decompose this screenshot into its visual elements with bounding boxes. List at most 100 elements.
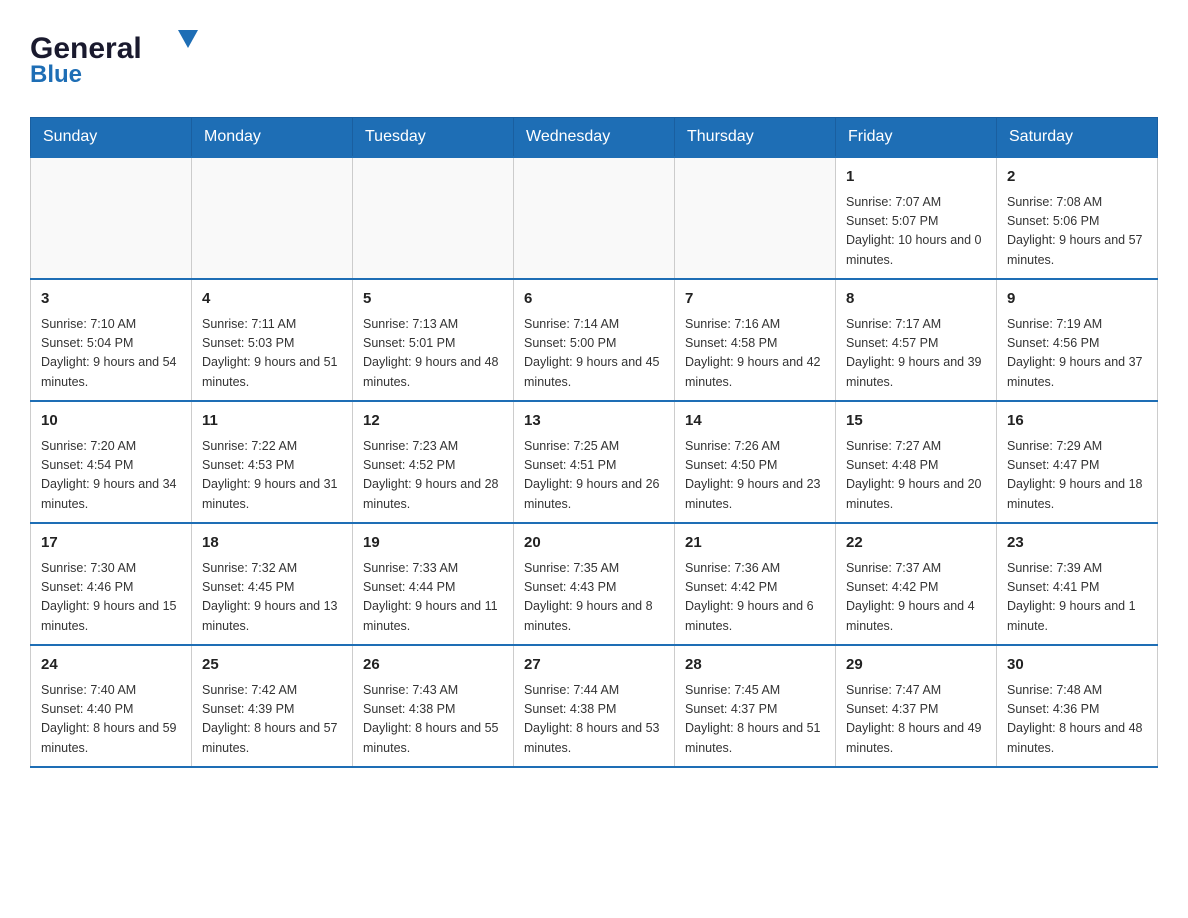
day-info: Sunrise: 7:29 AMSunset: 4:47 PMDaylight:… bbox=[1007, 437, 1147, 515]
day-number: 3 bbox=[41, 288, 181, 311]
day-info: Sunrise: 7:17 AMSunset: 4:57 PMDaylight:… bbox=[846, 315, 986, 393]
day-number: 26 bbox=[363, 654, 503, 677]
day-number: 27 bbox=[524, 654, 664, 677]
day-info: Sunrise: 7:45 AMSunset: 4:37 PMDaylight:… bbox=[685, 681, 825, 759]
day-number: 22 bbox=[846, 532, 986, 555]
day-number: 5 bbox=[363, 288, 503, 311]
day-info: Sunrise: 7:48 AMSunset: 4:36 PMDaylight:… bbox=[1007, 681, 1147, 759]
svg-text:Blue: Blue bbox=[30, 61, 82, 88]
calendar-cell: 29 Sunrise: 7:47 AMSunset: 4:37 PMDayligh… bbox=[836, 645, 997, 767]
day-info: Sunrise: 7:13 AMSunset: 5:01 PMDaylight:… bbox=[363, 315, 503, 393]
day-info: Sunrise: 7:36 AMSunset: 4:42 PMDaylight:… bbox=[685, 559, 825, 637]
day-info: Sunrise: 7:23 AMSunset: 4:52 PMDaylight:… bbox=[363, 437, 503, 515]
day-info: Sunrise: 7:27 AMSunset: 4:48 PMDaylight:… bbox=[846, 437, 986, 515]
calendar-cell: 8 Sunrise: 7:17 AMSunset: 4:57 PMDaylight… bbox=[836, 279, 997, 401]
calendar-week-3: 10 Sunrise: 7:20 AMSunset: 4:54 PMDayligh… bbox=[31, 401, 1158, 523]
calendar-cell bbox=[192, 157, 353, 279]
calendar-cell: 19 Sunrise: 7:33 AMSunset: 4:44 PMDayligh… bbox=[353, 523, 514, 645]
day-info: Sunrise: 7:14 AMSunset: 5:00 PMDaylight:… bbox=[524, 315, 664, 393]
day-info: Sunrise: 7:37 AMSunset: 4:42 PMDaylight:… bbox=[846, 559, 986, 637]
day-number: 30 bbox=[1007, 654, 1147, 677]
calendar-cell: 14Sunrise: 7:26 AMSunset: 4:50 PMDayligh… bbox=[675, 401, 836, 523]
calendar-cell: 7Sunrise: 7:16 AMSunset: 4:58 PMDaylight… bbox=[675, 279, 836, 401]
weekday-header-thursday: Thursday bbox=[675, 118, 836, 158]
day-number: 7 bbox=[685, 288, 825, 311]
day-info: Sunrise: 7:19 AMSunset: 4:56 PMDaylight:… bbox=[1007, 315, 1147, 393]
day-number: 1 bbox=[846, 166, 986, 189]
calendar-week-4: 17 Sunrise: 7:30 AMSunset: 4:46 PMDayligh… bbox=[31, 523, 1158, 645]
day-number: 11 bbox=[202, 410, 342, 433]
calendar-cell: 25Sunrise: 7:42 AMSunset: 4:39 PMDayligh… bbox=[192, 645, 353, 767]
calendar-cell: 3 Sunrise: 7:10 AMSunset: 5:04 PMDaylight… bbox=[31, 279, 192, 401]
day-number: 23 bbox=[1007, 532, 1147, 555]
day-number: 17 bbox=[41, 532, 181, 555]
day-info: Sunrise: 7:07 AMSunset: 5:07 PMDaylight:… bbox=[846, 193, 986, 271]
calendar-cell bbox=[353, 157, 514, 279]
calendar-week-5: 24 Sunrise: 7:40 AMSunset: 4:40 PMDayligh… bbox=[31, 645, 1158, 767]
day-number: 24 bbox=[41, 654, 181, 677]
weekday-header-sunday: Sunday bbox=[31, 118, 192, 158]
day-info: Sunrise: 7:08 AMSunset: 5:06 PMDaylight:… bbox=[1007, 193, 1147, 271]
day-number: 12 bbox=[363, 410, 503, 433]
day-number: 10 bbox=[41, 410, 181, 433]
day-number: 18 bbox=[202, 532, 342, 555]
calendar-week-1: 1 Sunrise: 7:07 AMSunset: 5:07 PMDaylight… bbox=[31, 157, 1158, 279]
calendar-cell: 9 Sunrise: 7:19 AMSunset: 4:56 PMDaylight… bbox=[997, 279, 1158, 401]
day-info: Sunrise: 7:25 AMSunset: 4:51 PMDaylight:… bbox=[524, 437, 664, 515]
logo-graphic: General Blue bbox=[30, 20, 210, 95]
day-number: 25 bbox=[202, 654, 342, 677]
day-info: Sunrise: 7:32 AMSunset: 4:45 PMDaylight:… bbox=[202, 559, 342, 637]
day-number: 16 bbox=[1007, 410, 1147, 433]
calendar-cell: 1 Sunrise: 7:07 AMSunset: 5:07 PMDaylight… bbox=[836, 157, 997, 279]
calendar-table: SundayMondayTuesdayWednesdayThursdayFrid… bbox=[30, 117, 1158, 768]
day-number: 9 bbox=[1007, 288, 1147, 311]
day-info: Sunrise: 7:35 AMSunset: 4:43 PMDaylight:… bbox=[524, 559, 664, 637]
calendar-cell: 17 Sunrise: 7:30 AMSunset: 4:46 PMDayligh… bbox=[31, 523, 192, 645]
day-number: 20 bbox=[524, 532, 664, 555]
day-number: 14 bbox=[685, 410, 825, 433]
day-number: 28 bbox=[685, 654, 825, 677]
calendar-cell: 12 Sunrise: 7:23 AMSunset: 4:52 PMDayligh… bbox=[353, 401, 514, 523]
day-number: 4 bbox=[202, 288, 342, 311]
calendar-cell: 23 Sunrise: 7:39 AMSunset: 4:41 PMDayligh… bbox=[997, 523, 1158, 645]
calendar-cell bbox=[675, 157, 836, 279]
day-number: 15 bbox=[846, 410, 986, 433]
calendar-cell: 21Sunrise: 7:36 AMSunset: 4:42 PMDayligh… bbox=[675, 523, 836, 645]
day-info: Sunrise: 7:20 AMSunset: 4:54 PMDaylight:… bbox=[41, 437, 181, 515]
day-number: 19 bbox=[363, 532, 503, 555]
day-number: 2 bbox=[1007, 166, 1147, 189]
calendar-cell: 10 Sunrise: 7:20 AMSunset: 4:54 PMDayligh… bbox=[31, 401, 192, 523]
day-info: Sunrise: 7:39 AMSunset: 4:41 PMDaylight:… bbox=[1007, 559, 1147, 637]
calendar-cell: 11 Sunrise: 7:22 AMSunset: 4:53 PMDayligh… bbox=[192, 401, 353, 523]
day-info: Sunrise: 7:10 AMSunset: 5:04 PMDaylight:… bbox=[41, 315, 181, 393]
weekday-header-wednesday: Wednesday bbox=[514, 118, 675, 158]
page-header: General Blue bbox=[30, 20, 1158, 97]
calendar-cell: 27Sunrise: 7:44 AMSunset: 4:38 PMDayligh… bbox=[514, 645, 675, 767]
weekday-header-monday: Monday bbox=[192, 118, 353, 158]
day-info: Sunrise: 7:11 AMSunset: 5:03 PMDaylight:… bbox=[202, 315, 342, 393]
day-info: Sunrise: 7:30 AMSunset: 4:46 PMDaylight:… bbox=[41, 559, 181, 637]
weekday-header-row: SundayMondayTuesdayWednesdayThursdayFrid… bbox=[31, 118, 1158, 158]
calendar-cell: 28 Sunrise: 7:45 AMSunset: 4:37 PMDayligh… bbox=[675, 645, 836, 767]
day-info: Sunrise: 7:22 AMSunset: 4:53 PMDaylight:… bbox=[202, 437, 342, 515]
calendar-week-2: 3 Sunrise: 7:10 AMSunset: 5:04 PMDaylight… bbox=[31, 279, 1158, 401]
calendar-cell: 16 Sunrise: 7:29 AMSunset: 4:47 PMDayligh… bbox=[997, 401, 1158, 523]
day-info: Sunrise: 7:40 AMSunset: 4:40 PMDaylight:… bbox=[41, 681, 181, 759]
day-number: 8 bbox=[846, 288, 986, 311]
calendar-cell: 26 Sunrise: 7:43 AMSunset: 4:38 PMDayligh… bbox=[353, 645, 514, 767]
calendar-cell: 6 Sunrise: 7:14 AMSunset: 5:00 PMDaylight… bbox=[514, 279, 675, 401]
day-info: Sunrise: 7:43 AMSunset: 4:38 PMDaylight:… bbox=[363, 681, 503, 759]
weekday-header-saturday: Saturday bbox=[997, 118, 1158, 158]
day-number: 29 bbox=[846, 654, 986, 677]
weekday-header-friday: Friday bbox=[836, 118, 997, 158]
day-number: 6 bbox=[524, 288, 664, 311]
day-info: Sunrise: 7:47 AMSunset: 4:37 PMDaylight:… bbox=[846, 681, 986, 759]
calendar-cell: 15 Sunrise: 7:27 AMSunset: 4:48 PMDayligh… bbox=[836, 401, 997, 523]
calendar-cell: 20 Sunrise: 7:35 AMSunset: 4:43 PMDayligh… bbox=[514, 523, 675, 645]
calendar-cell: 18 Sunrise: 7:32 AMSunset: 4:45 PMDayligh… bbox=[192, 523, 353, 645]
calendar-cell bbox=[31, 157, 192, 279]
calendar-cell: 2 Sunrise: 7:08 AMSunset: 5:06 PMDaylight… bbox=[997, 157, 1158, 279]
calendar-cell: 30 Sunrise: 7:48 AMSunset: 4:36 PMDayligh… bbox=[997, 645, 1158, 767]
calendar-cell: 4 Sunrise: 7:11 AMSunset: 5:03 PMDaylight… bbox=[192, 279, 353, 401]
day-info: Sunrise: 7:33 AMSunset: 4:44 PMDaylight:… bbox=[363, 559, 503, 637]
